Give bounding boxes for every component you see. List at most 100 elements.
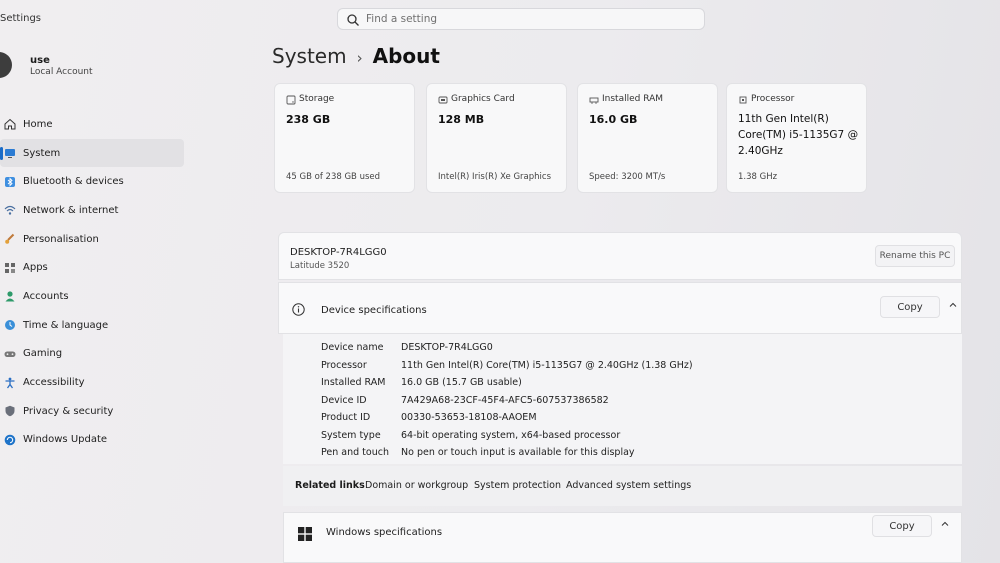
- card-value: 238 GB: [286, 113, 331, 126]
- card-sub: 1.38 GHz: [738, 172, 778, 182]
- device-specs-table: Device name DESKTOP-7R4LGG0 Processor 11th…: [321, 339, 693, 462]
- spec-value: DESKTOP-7R4LGG0: [401, 342, 493, 354]
- windows-logo-icon: [298, 527, 312, 541]
- card-value: 128 MB: [438, 113, 485, 126]
- table-row: System type 64-bit operating system, x64-…: [321, 427, 693, 445]
- rename-pc-button[interactable]: Rename this PC: [875, 245, 955, 267]
- ram-icon: [589, 97, 599, 104]
- person-icon: [3, 289, 17, 303]
- search-box[interactable]: [337, 8, 705, 30]
- wifi-icon: [3, 203, 17, 217]
- ram-card[interactable]: Installed RAM 16.0 GB Speed: 3200 MT/s: [577, 83, 718, 193]
- spec-key: Device ID: [321, 394, 367, 406]
- search-input[interactable]: [366, 11, 686, 27]
- breadcrumb: System › About: [272, 44, 440, 68]
- sidebar-item-label: Personalisation: [23, 233, 99, 245]
- storage-card[interactable]: Storage 238 GB 45 GB of 238 GB used: [274, 83, 415, 193]
- device-specs-header[interactable]: Device specifications Copy: [278, 282, 962, 334]
- chevron-up-icon[interactable]: [948, 300, 958, 310]
- table-row: Product ID 00330-53653-18108-AAOEM: [321, 409, 693, 427]
- sidebar-item-label: Privacy & security: [23, 405, 114, 417]
- spec-key: Processor: [321, 359, 367, 371]
- table-row: Device ID 7A429A68-23CF-45F4-AFC5-6075373…: [321, 392, 693, 410]
- sidebar-item-bluetooth[interactable]: Bluetooth & devices: [0, 167, 184, 196]
- spec-value: 7A429A68-23CF-45F4-AFC5-607537386582: [401, 394, 609, 406]
- home-icon: [3, 117, 17, 131]
- spec-key: Product ID: [321, 412, 371, 424]
- spec-key: Pen and touch: [321, 447, 389, 459]
- gamepad-icon: [3, 347, 17, 361]
- breadcrumb-parent[interactable]: System: [272, 44, 347, 68]
- card-sub: Speed: 3200 MT/s: [589, 172, 666, 182]
- device-model: Latitude 3520: [290, 261, 350, 271]
- card-label: Installed RAM: [602, 94, 664, 104]
- card-sub: 45 GB of 238 GB used: [286, 172, 381, 182]
- chevron-up-icon[interactable]: [940, 519, 950, 529]
- sidebar-item-label: Network & internet: [23, 204, 119, 216]
- advanced-system-settings-link[interactable]: Advanced system settings: [566, 480, 691, 491]
- sidebar-item-label: Apps: [23, 262, 48, 274]
- table-row: Device name DESKTOP-7R4LGG0: [321, 339, 693, 357]
- table-row: Installed RAM 16.0 GB (15.7 GB usable): [321, 374, 693, 392]
- related-links-row: Related links Domain or workgroup System…: [283, 466, 962, 506]
- windows-specs-title: Windows specifications: [326, 527, 443, 538]
- account-type: Local Account: [30, 67, 93, 77]
- sidebar-item-windows-update[interactable]: Windows Update: [0, 426, 184, 455]
- copy-device-specs-button[interactable]: Copy: [880, 296, 940, 318]
- sidebar-item-label: Accounts: [23, 290, 69, 302]
- card-label: Graphics Card: [451, 94, 515, 104]
- shield-icon: [3, 404, 17, 418]
- search-icon: [347, 14, 359, 26]
- table-row: Pen and touch No pen or touch input is av…: [321, 444, 693, 462]
- sidebar-item-label: Home: [23, 118, 53, 130]
- info-icon: [292, 303, 305, 316]
- storage-icon: [286, 95, 296, 105]
- sidebar-item-label: System: [23, 147, 61, 159]
- globe-clock-icon: [3, 318, 17, 332]
- copy-windows-specs-button[interactable]: Copy: [872, 515, 932, 537]
- sidebar-item-accounts[interactable]: Accounts: [0, 282, 184, 311]
- accessibility-icon: [3, 376, 17, 390]
- monitor-icon: [3, 146, 17, 160]
- windows-specs-header[interactable]: Windows specifications Copy: [283, 512, 962, 563]
- related-links-label: Related links: [295, 480, 365, 491]
- gpu-icon: [438, 96, 448, 104]
- device-name: DESKTOP-7R4LGG0: [290, 247, 387, 258]
- system-protection-link[interactable]: System protection: [474, 480, 561, 491]
- apps-icon: [3, 261, 17, 275]
- brush-icon: [3, 232, 17, 246]
- sidebar-item-network[interactable]: Network & internet: [0, 196, 184, 225]
- sidebar-item-home[interactable]: Home: [0, 110, 184, 139]
- domain-workgroup-link[interactable]: Domain or workgroup: [365, 480, 468, 491]
- update-icon: [3, 433, 17, 447]
- card-label: Processor: [751, 94, 795, 104]
- sidebar-item-privacy-security[interactable]: Privacy & security: [0, 397, 184, 426]
- spec-key: System type: [321, 429, 381, 441]
- spec-value: No pen or touch input is available for t…: [401, 447, 635, 459]
- sidebar-nav: Home System Bluetooth & devices Network …: [0, 110, 184, 454]
- sidebar-item-gaming[interactable]: Gaming: [0, 340, 184, 369]
- sidebar-item-personalisation[interactable]: Personalisation: [0, 225, 184, 254]
- avatar[interactable]: [0, 52, 12, 78]
- spec-key: Device name: [321, 342, 384, 354]
- card-value: 16.0 GB: [589, 113, 638, 126]
- active-indicator: [0, 146, 3, 160]
- sidebar-item-label: Bluetooth & devices: [23, 176, 124, 188]
- device-specs-title: Device specifications: [321, 305, 427, 316]
- graphics-card[interactable]: Graphics Card 128 MB Intel(R) Iris(R) Xe…: [426, 83, 567, 193]
- spec-value: 00330-53653-18108-AAOEM: [401, 412, 537, 424]
- sidebar-item-time-language[interactable]: Time & language: [0, 311, 184, 340]
- device-specs-body: Device name DESKTOP-7R4LGG0 Processor 11th…: [283, 334, 962, 464]
- processor-card[interactable]: Processor 11th Gen Intel(R) Core(TM) i5-…: [726, 83, 867, 193]
- sidebar-item-system[interactable]: System: [0, 138, 184, 168]
- sidebar-item-label: Gaming: [23, 348, 63, 360]
- cpu-icon: [739, 96, 747, 104]
- card-label: Storage: [299, 94, 335, 104]
- table-row: Processor 11th Gen Intel(R) Core(TM) i5-1…: [321, 357, 693, 375]
- user-name: use: [30, 55, 50, 66]
- spec-key: Installed RAM: [321, 377, 386, 389]
- sidebar-item-label: Windows Update: [23, 434, 108, 446]
- device-name-panel: DESKTOP-7R4LGG0 Latitude 3520 Rename thi…: [278, 232, 962, 280]
- sidebar-item-apps[interactable]: Apps: [0, 253, 184, 282]
- sidebar-item-accessibility[interactable]: Accessibility: [0, 368, 184, 397]
